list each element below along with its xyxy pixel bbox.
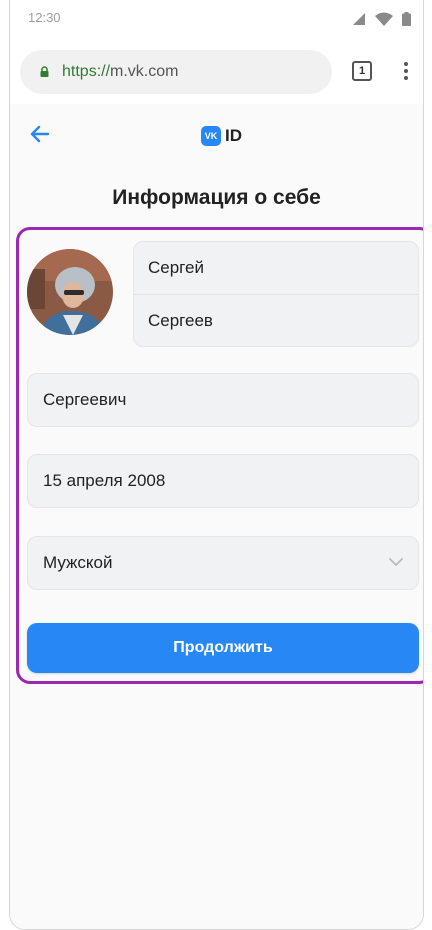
avatar-photo bbox=[27, 249, 113, 335]
name-fields: Сергей Сергеев bbox=[133, 241, 419, 347]
avatar[interactable] bbox=[27, 249, 113, 335]
lock-icon bbox=[40, 66, 49, 77]
vk-logo-icon: VK bbox=[201, 126, 221, 146]
status-time: 12:30 bbox=[28, 10, 61, 25]
first-name-value: Сергей bbox=[148, 258, 204, 277]
chevron-down-icon bbox=[389, 558, 403, 566]
gender-value: Мужской bbox=[43, 553, 113, 572]
url-host: m.vk.com bbox=[110, 63, 179, 80]
status-icons bbox=[352, 12, 411, 26]
browser-menu-icon[interactable] bbox=[401, 60, 411, 84]
last-name-field[interactable]: Сергеев bbox=[134, 295, 418, 347]
url-text: https://m.vk.com bbox=[62, 63, 178, 81]
gender-select[interactable]: Мужской bbox=[27, 536, 419, 590]
signal-icon bbox=[353, 13, 365, 25]
back-arrow-icon[interactable] bbox=[30, 125, 50, 143]
birth-date-value: 15 апреля 2008 bbox=[43, 471, 166, 490]
page-title: Информация о себе bbox=[112, 186, 321, 209]
tabs-count-button[interactable]: 1 bbox=[352, 61, 372, 81]
birth-date-field[interactable]: 15 апреля 2008 bbox=[27, 454, 419, 508]
status-bar: 12:30 bbox=[10, 0, 423, 40]
patronymic-value: Сергеевич bbox=[43, 390, 127, 409]
wifi-icon bbox=[375, 12, 393, 26]
first-name-field[interactable]: Сергей bbox=[134, 242, 418, 295]
web-content: VK ID Информация о себе Сергей Сергеев С… bbox=[10, 104, 423, 929]
logo-id-text: ID bbox=[225, 126, 242, 145]
address-bar[interactable]: https://m.vk.com bbox=[20, 50, 332, 94]
url-scheme: https:// bbox=[62, 63, 111, 80]
continue-button[interactable]: Продолжить bbox=[27, 623, 419, 673]
vk-id-logo: VK ID bbox=[201, 126, 242, 146]
battery-icon bbox=[402, 12, 411, 26]
patronymic-field[interactable]: Сергеевич bbox=[27, 373, 419, 427]
phone-frame: 12:30 https://m.vk.com 1 VK ID Информаци… bbox=[9, 0, 424, 930]
last-name-value: Сергеев bbox=[148, 311, 213, 330]
